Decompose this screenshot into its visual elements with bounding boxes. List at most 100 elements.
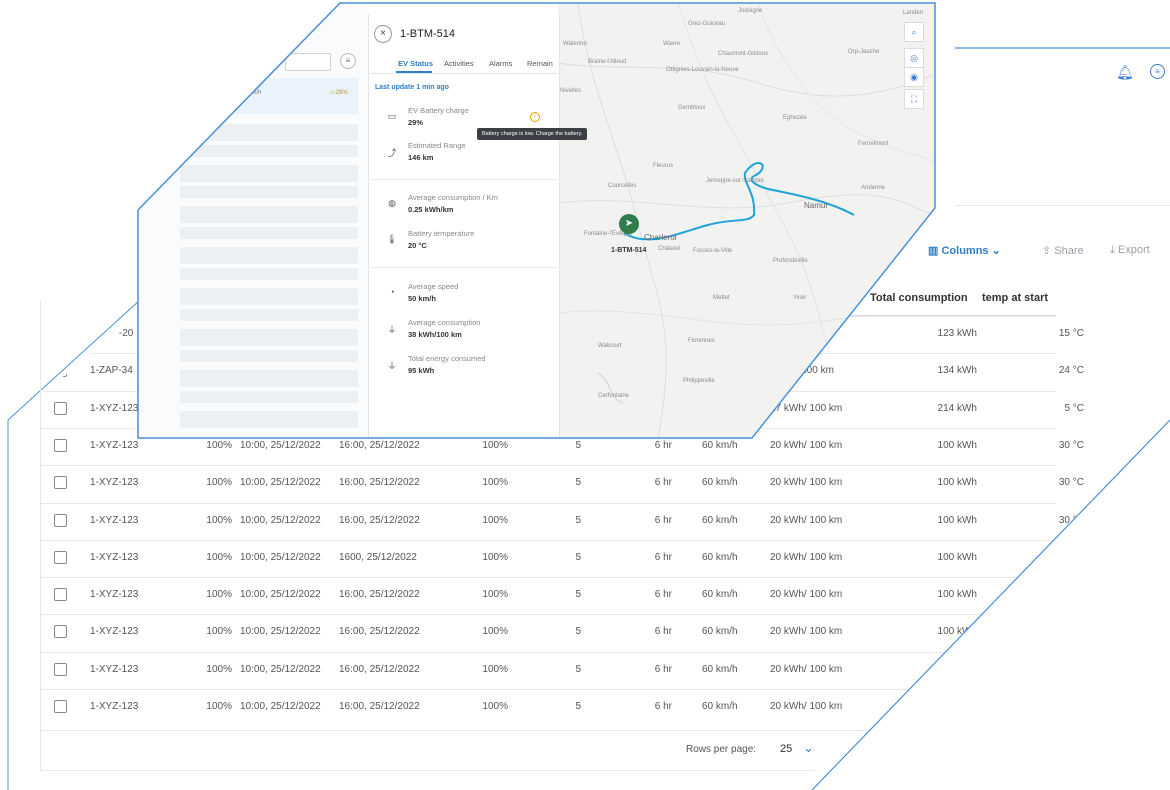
navigation-arrow-icon: ➤ bbox=[624, 218, 634, 229]
table-cell-temp: 30 °C bbox=[1058, 514, 1084, 526]
table-cell-c1: 100% bbox=[206, 626, 232, 638]
table-cell-id: 1-XYZ-123 bbox=[90, 701, 139, 712]
chevron-down-icon[interactable]: ⌄ bbox=[803, 740, 814, 756]
last-update-text: Last update 1 min ago bbox=[375, 84, 449, 91]
table-cell-c7: 60 km/h bbox=[702, 551, 738, 563]
map-place-label: Profondeville bbox=[773, 258, 808, 264]
table-cell-temp: 30 bbox=[1072, 551, 1084, 563]
vehicle-list-placeholder bbox=[180, 124, 358, 141]
vehicle-marker[interactable]: ➤ bbox=[619, 214, 639, 234]
table-cell-total: 100 kWh bbox=[937, 589, 977, 601]
row-checkbox[interactable] bbox=[54, 588, 67, 602]
map-place-label: Orp-Jauche bbox=[848, 49, 880, 55]
table-cell-id: 1-XYZ-123 bbox=[90, 589, 139, 601]
table-cell-c8: 20 kWh/ 100 km bbox=[770, 514, 843, 526]
table-row[interactable]: 1-XYZ-123 100% 10:00, 25/12/2022 16:00, 25/… bbox=[40, 465, 1084, 502]
table-cell-c5: 5 bbox=[575, 514, 581, 526]
col-header-temp-at-start[interactable]: temp at start bbox=[982, 292, 1048, 304]
row-checkbox[interactable] bbox=[54, 513, 67, 527]
vehicle-list-placeholder bbox=[180, 370, 358, 387]
table-cell-c3: 16:00, 25/12/2022 bbox=[339, 663, 420, 675]
table-cell-id: 1-XYZ-123 bbox=[90, 477, 139, 489]
table-cell-temp: 30 °C bbox=[1058, 439, 1084, 451]
table-cell-total: 214 kWh bbox=[937, 402, 977, 414]
map-place-label: Grez-Doiceau bbox=[688, 21, 726, 27]
row-checkbox[interactable] bbox=[54, 625, 67, 639]
map-fullscreen-button[interactable]: ⛶ bbox=[904, 89, 924, 109]
columns-button[interactable]: ▥ Columns ⌄ bbox=[928, 244, 1001, 257]
table-cell-c8: 20 kWh/ 100 km bbox=[770, 626, 843, 638]
row-checkbox[interactable] bbox=[54, 700, 67, 713]
table-cell-c5: 5 bbox=[575, 663, 581, 675]
row-checkbox[interactable] bbox=[54, 662, 67, 676]
table-cell-c3: 16:00, 25/12/2022 bbox=[339, 701, 420, 712]
table-row[interactable]: 1-XYZ-123 100% 10:00, 25/12/2022 16:00, 25/… bbox=[40, 502, 1084, 540]
bell-icon[interactable]: 🔔︎ bbox=[1116, 64, 1134, 81]
table-row[interactable]: 1-XYZ-123 100% 10:00, 25/12/2022 16:00, 25/… bbox=[40, 614, 1056, 651]
table-cell-id: 1-ZAP-34 bbox=[90, 365, 133, 377]
map-place-label: Florennes bbox=[688, 338, 715, 344]
vehicle-search-input[interactable] bbox=[285, 53, 331, 71]
metric-label: Battery temperature bbox=[408, 229, 475, 238]
map-place-label: Jodoigne bbox=[738, 8, 763, 14]
table-cell-temp: 30 °C bbox=[1058, 477, 1084, 489]
table-cell-c2: 10:00, 25/12/2022 bbox=[240, 439, 321, 451]
table-cell-c2: 10:00, 25/12/2022 bbox=[240, 551, 321, 563]
table-cell-c7: 60 km/h bbox=[702, 439, 738, 451]
table-cell-c5: 5 bbox=[575, 439, 581, 451]
table-cell-c4: 100% bbox=[482, 551, 508, 563]
ev-detail-drawer bbox=[368, 14, 560, 438]
map-place-label: Eghezée bbox=[783, 115, 807, 121]
table-cell-c7: 60 km/h bbox=[702, 663, 738, 675]
col-header-total-consumption[interactable]: Total consumption bbox=[870, 292, 968, 304]
row-checkbox[interactable] bbox=[54, 550, 67, 564]
map-locate-button[interactable]: ◎ bbox=[904, 48, 924, 68]
table-cell-c6: 6 hr bbox=[654, 701, 672, 712]
tab-activities[interactable]: Activities bbox=[444, 59, 474, 68]
row-checkbox[interactable] bbox=[54, 476, 67, 490]
tab-alarms[interactable]: Alarms bbox=[489, 59, 512, 68]
row-checkbox[interactable] bbox=[54, 364, 67, 378]
table-cell-c4: 100% bbox=[482, 626, 508, 638]
metrics-divider bbox=[372, 179, 556, 180]
map-place-label: Wavre bbox=[663, 41, 681, 47]
chat-icon[interactable]: ≡ bbox=[1150, 64, 1165, 79]
table-cell-c5: 5 bbox=[575, 626, 581, 638]
rows-per-page-label: Rows per page: bbox=[686, 744, 757, 755]
warning-icon[interactable]: ! bbox=[530, 112, 540, 122]
export-button[interactable]: ⤓ Export bbox=[1110, 244, 1150, 257]
map-place-label: Landen bbox=[903, 10, 924, 16]
table-cell-c6: 6 hr bbox=[654, 477, 672, 489]
table-cell-c2: 10:00, 25/12/2022 bbox=[240, 626, 321, 638]
table-row[interactable]: 1-XYZ-123 100% 10:00, 25/12/2022 16:00, 25/… bbox=[40, 577, 1056, 614]
map-place-label: Charleroi bbox=[644, 233, 677, 242]
map-search-button[interactable]: ⌕ bbox=[904, 22, 924, 42]
close-icon[interactable]: × bbox=[374, 25, 392, 43]
rows-per-page-select[interactable]: 25 bbox=[780, 743, 792, 755]
row-checkbox[interactable] bbox=[54, 438, 67, 452]
table-cell-c8: 20 kWh/ 100 km bbox=[770, 701, 843, 712]
row-checkbox[interactable] bbox=[54, 327, 67, 340]
map-place-label: Ottignies-Louvain-la-Neuve bbox=[666, 67, 739, 73]
table-row[interactable]: 1-XYZ-123 100% 10:00, 25/12/2022 16:00, 25/… bbox=[40, 651, 1056, 689]
tab-ev-status[interactable]: EV Status bbox=[398, 59, 433, 68]
table-cell-id: 1-XYZ-123 bbox=[90, 514, 139, 526]
tab-remain[interactable]: Remain bbox=[527, 59, 553, 68]
row-checkbox[interactable] bbox=[54, 401, 67, 415]
header-divider bbox=[955, 205, 1170, 206]
table-cell-c1: 100% bbox=[206, 663, 232, 675]
filter-icon[interactable]: ≡ bbox=[340, 53, 356, 69]
map-layers-button[interactable]: ◉ bbox=[904, 67, 924, 87]
table-cell-id: 1-XYZ-123 bbox=[90, 663, 139, 675]
share-icon: ⇪ bbox=[1042, 245, 1052, 257]
share-button[interactable]: ⇪ Share bbox=[1042, 244, 1084, 257]
table-cell-total: 123 kWh bbox=[937, 328, 977, 339]
table-cell-c2: 10:00, 25/12/2022 bbox=[240, 663, 321, 675]
table-cell-c6: 6 hr bbox=[654, 514, 672, 526]
table-row[interactable]: 1-XYZ-123 100% 10:00, 25/12/2022 1600, 25/1… bbox=[40, 539, 1084, 577]
table-row[interactable]: 1-XYZ-123 100% 10:00, 25/12/2022 16:00, 25/… bbox=[40, 689, 1056, 726]
search-icon: ⌕ bbox=[911, 27, 917, 37]
vehicle-list-item-selected[interactable]: 00 • 50 km/h ▭29% bbox=[180, 78, 358, 114]
vehicle-list-placeholder bbox=[180, 185, 358, 198]
plug-icon: ⏚ bbox=[387, 361, 397, 371]
